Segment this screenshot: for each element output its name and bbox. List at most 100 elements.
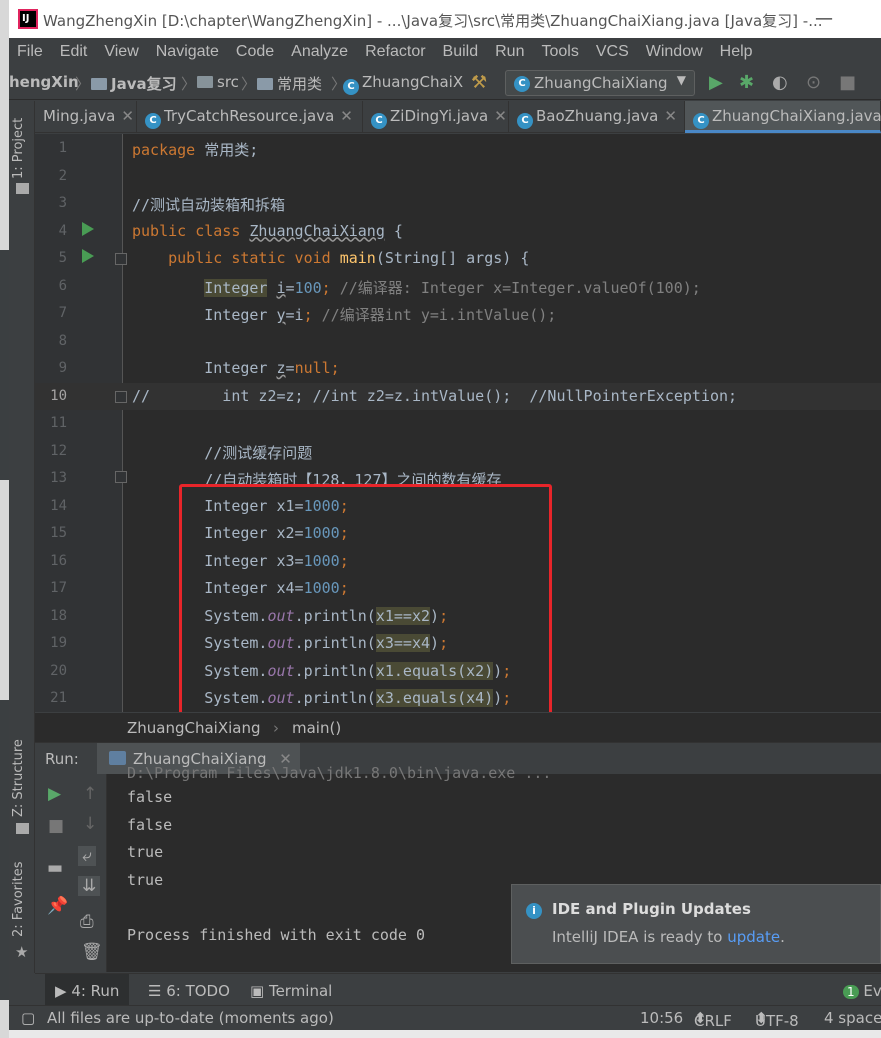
close-icon[interactable]: ✕	[664, 107, 677, 125]
close-icon[interactable]: ✕	[340, 107, 353, 125]
code-line[interactable]: 12 //测试缓存问题	[35, 438, 881, 466]
file-encoding[interactable]: UTF-8 ⬍	[755, 1009, 799, 1030]
run-configuration-select[interactable]: C ZhuangChaiXiang ▼	[505, 70, 695, 96]
tab-zidingyi[interactable]: C ZiDingYi.java ✕	[363, 101, 509, 133]
trash-icon[interactable]: 🗑	[81, 942, 103, 962]
crumb-module-label: Java复习	[111, 75, 177, 93]
line-number: 15	[50, 525, 67, 541]
structure-tool-button[interactable]: Z: Structure	[11, 739, 26, 817]
line-separator-label: CRLF	[694, 1012, 732, 1030]
class-icon: C	[145, 113, 161, 129]
menu-view[interactable]: View	[104, 43, 138, 61]
menu-tools[interactable]: Tools	[541, 43, 578, 61]
fold-icon[interactable]	[115, 471, 127, 483]
code-line[interactable]: 7 Integer y=i; //编译器int y=i.intValue();	[35, 300, 881, 328]
coverage-icon[interactable]: ◐	[772, 72, 788, 93]
code-line[interactable]: 2	[35, 163, 881, 191]
debug-bug-icon[interactable]: ✱	[739, 72, 754, 93]
tab-ming[interactable]: Ming.java ✕	[35, 101, 137, 133]
event-count-badge: 1	[843, 985, 859, 999]
class-icon: C	[371, 113, 387, 129]
menu-refactor[interactable]: Refactor	[365, 43, 425, 61]
code-text: Integer i=100; //编译器: Integer x=Integer.…	[204, 278, 701, 297]
minimize-button[interactable]: —	[815, 8, 833, 29]
stop-icon[interactable]: ■	[839, 72, 856, 93]
up-arrow-icon[interactable]: ↑	[83, 784, 97, 804]
tab-baozhuang[interactable]: C BaoZhuang.java ✕	[509, 101, 685, 133]
menu-file[interactable]: File	[17, 43, 43, 61]
build-hammer-icon[interactable]: ⚒	[471, 72, 487, 93]
crumb-project[interactable]: hengXin	[9, 73, 79, 91]
todo-tool-button[interactable]: ☰ 6: TODO	[148, 982, 230, 1000]
code-line[interactable]: 11	[35, 410, 881, 438]
code-line[interactable]: 1 package 常用类;	[35, 135, 881, 163]
code-line[interactable]: 4 public class ZhuangChaiXiang {	[35, 218, 881, 246]
terminal-tool-button[interactable]: ▣ Terminal	[250, 982, 332, 1000]
line-number: 11	[50, 415, 67, 431]
crumb-class[interactable]: C ZhuangChaiX	[343, 73, 463, 95]
project-tool-button[interactable]: 1: Project	[11, 118, 26, 179]
run-gutter-icon[interactable]	[82, 221, 94, 236]
line-number: 16	[50, 552, 67, 569]
tab-zhuangchaixiang[interactable]: C ZhuangChaiXiang.java	[685, 101, 881, 133]
crumb-package[interactable]: 常用类	[257, 73, 322, 94]
profile-icon[interactable]: ⊙	[806, 72, 821, 93]
rerun-icon[interactable]: ▶	[48, 784, 61, 804]
breadcrumb-class[interactable]: ZhuangChaiXiang	[127, 719, 261, 737]
status-toggle-icon[interactable]: ▢	[21, 1009, 35, 1027]
line-number: 4	[58, 222, 67, 239]
menu-window[interactable]: Window	[646, 43, 703, 61]
stop-icon[interactable]: ■	[48, 816, 64, 836]
terminal-tool-label: Terminal	[268, 982, 333, 1000]
code-line[interactable]: 5 public static void main(String[] args)…	[35, 245, 881, 273]
run-gutter-icon[interactable]	[82, 249, 94, 263]
menu-navigate[interactable]: Navigate	[156, 43, 219, 61]
code-line[interactable]: 8	[35, 328, 881, 356]
menu-edit[interactable]: Edit	[60, 43, 88, 61]
window-title: WangZhengXin [D:\chapter\WangZhengXin] -…	[43, 12, 823, 30]
star-icon: ★	[15, 943, 29, 961]
console-line: false	[127, 816, 173, 834]
breadcrumb-method[interactable]: main()	[292, 719, 341, 737]
menu-code[interactable]: Code	[236, 43, 274, 61]
update-link[interactable]: update	[727, 928, 780, 946]
code-line[interactable]: 9 Integer z=null;	[35, 355, 881, 383]
down-arrow-icon[interactable]: ↓	[83, 814, 97, 834]
favorites-tool-button[interactable]: 2: Favorites	[11, 861, 26, 937]
print-icon[interactable]: ⎙	[80, 912, 94, 932]
menu-analyze[interactable]: Analyze	[291, 43, 348, 61]
crumb-src[interactable]: src	[197, 73, 239, 91]
title-bar: IJ WangZhengXin [D:\chapter\WangZhengXin…	[9, 0, 881, 38]
left-tool-stripe: 1: Project Z: Structure 2: Favorites ★	[9, 101, 35, 973]
menu-help[interactable]: Help	[720, 43, 753, 61]
close-icon[interactable]: ✕	[121, 107, 134, 125]
line-separator[interactable]: CRLF ⬍	[694, 1009, 732, 1030]
fold-icon[interactable]	[115, 390, 127, 403]
code-line[interactable]: 3 //测试自动装箱和拆箱	[35, 190, 881, 218]
run-tool-button[interactable]: ▶ 4: Run	[45, 974, 130, 1006]
event-log-button[interactable]: 1 Eve	[843, 982, 881, 1000]
menu-build[interactable]: Build	[443, 43, 479, 61]
soft-wrap-icon[interactable]: ⤶	[78, 846, 96, 866]
navigation-bar: hengXin 〉 Java复习 〉 src 〉 常用类 〉 C ZhuangCh…	[9, 66, 881, 100]
code-line[interactable]: 6 Integer i=100; //编译器: Integer x=Intege…	[35, 273, 881, 301]
pin-icon[interactable]: 📌	[47, 896, 68, 916]
close-icon[interactable]: ✕	[494, 107, 507, 125]
status-message: All files are up-to-date (moments ago)	[47, 1009, 334, 1027]
crumb-module[interactable]: Java复习	[91, 73, 177, 94]
code-line-current[interactable]: 10 // int z2=z; //int z2=z.intValue(); //…	[35, 382, 881, 410]
layout-icon[interactable]: ▬	[47, 858, 63, 878]
caret-position[interactable]: 10:56	[640, 1009, 683, 1027]
line-number: 21	[50, 690, 67, 706]
menu-vcs[interactable]: VCS	[596, 43, 629, 61]
code-text: public class ZhuangChaiXiang {	[132, 221, 403, 240]
fold-icon[interactable]	[115, 253, 127, 265]
tab-trycatchresource[interactable]: C TryCatchResource.java ✕	[137, 101, 363, 133]
run-icon[interactable]: ▶	[709, 72, 723, 93]
chevron-down-icon: ▼	[676, 73, 686, 87]
scroll-to-end-icon[interactable]: ⇊	[78, 876, 101, 896]
update-notification[interactable]: i IDE and Plugin Updates IntelliJ IDEA i…	[511, 884, 881, 964]
menu-run[interactable]: Run	[495, 43, 524, 61]
indent-setting[interactable]: 4 spaces	[824, 1009, 881, 1027]
code-text: package 常用类;	[132, 141, 259, 159]
